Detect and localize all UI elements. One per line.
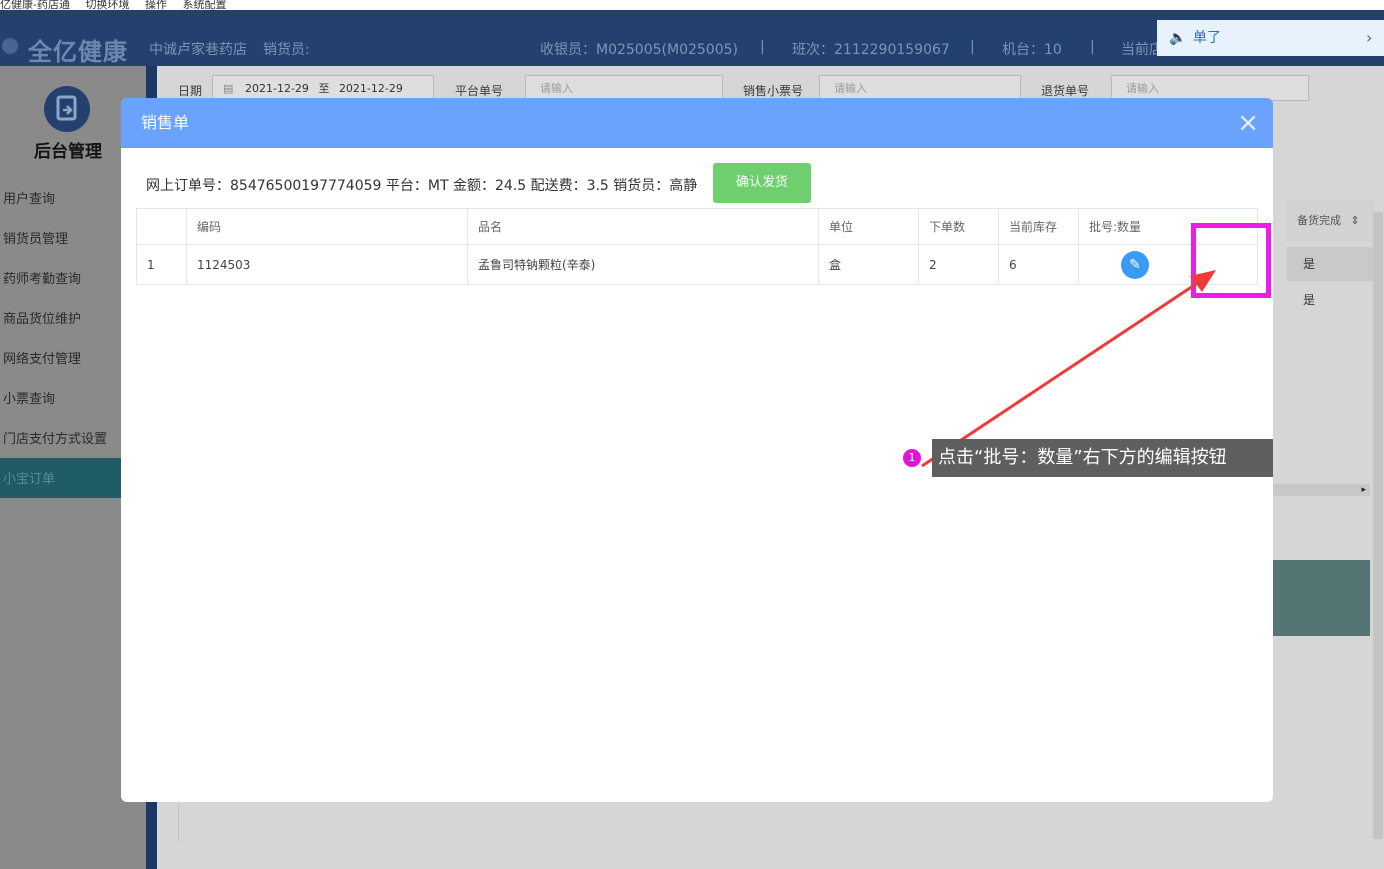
sidebar-item-seller-manage[interactable]: 销货员管理 xyxy=(3,228,68,247)
row-stock: 6 xyxy=(998,244,1079,285)
row-order-qty: 2 xyxy=(918,244,999,285)
divider: | xyxy=(970,39,975,55)
shift-info: 班次：2112290159067 xyxy=(792,42,950,58)
brand-logo: 全亿健康 xyxy=(28,38,128,66)
sidebar-item-label: 小宝订单 xyxy=(3,472,56,487)
col-name: 品名 xyxy=(467,208,819,245)
col-unit: 单位 xyxy=(818,208,919,245)
order-items-table: 编码 品名 单位 下单数 当前库存 批号:数量 1 1124503 孟鲁司特钠颗… xyxy=(136,208,1258,285)
date-sep: 至 xyxy=(318,82,330,95)
menu-item-operate[interactable]: 操作 xyxy=(145,0,167,10)
table-cell: 是 xyxy=(1303,293,1316,307)
platform-order-label: 平台单号 xyxy=(455,84,504,98)
seller-label: 销货员: xyxy=(263,42,310,58)
row-name: 孟鲁司特钠颗粒(辛泰) xyxy=(467,244,819,285)
menu-item-app[interactable]: 亿健康-药店通 xyxy=(0,0,70,10)
col-code: 编码 xyxy=(186,208,468,245)
brand-icon xyxy=(2,38,18,54)
sidebar-item-ticket-query[interactable]: 小票查询 xyxy=(3,388,55,407)
divider: | xyxy=(1090,39,1095,55)
speaker-icon: 🔈 xyxy=(1169,30,1187,46)
stock-complete-label: 备货完成 xyxy=(1297,214,1341,227)
register-info: 机台：10 xyxy=(1002,42,1062,58)
pencil-icon[interactable]: ✎ xyxy=(1121,250,1149,279)
close-icon[interactable]: × xyxy=(1237,98,1259,148)
order-info: 网上订单号：85476500197774059 平台：MT 金额：24.5 配送… xyxy=(146,178,698,194)
return-order-label: 退货单号 xyxy=(1041,84,1090,98)
col-order-qty: 下单数 xyxy=(918,208,999,245)
col-stock: 当前库存 xyxy=(998,208,1079,245)
store-name: 中诚卢家巷药店 xyxy=(149,42,247,58)
scrollbar[interactable]: ▸ xyxy=(1272,484,1370,496)
confirm-ship-button[interactable]: 确认发货 xyxy=(713,163,811,203)
date-from: 2021-12-29 xyxy=(245,82,309,95)
highlight-box xyxy=(1191,223,1271,298)
menu-item-system-config[interactable]: 系统配置 xyxy=(182,0,226,10)
row-code: 1124503 xyxy=(186,244,468,285)
divider: | xyxy=(760,39,765,55)
bg-divider xyxy=(178,802,1369,842)
sidebar-item-user-query[interactable]: 用户查询 xyxy=(3,188,55,207)
modal-title: 销售单 xyxy=(141,113,190,132)
sidebar-item-store-payment-settings[interactable]: 门店支付方式设置 xyxy=(3,428,107,447)
step-badge: 1 xyxy=(903,449,921,467)
menu-item-switch-env[interactable]: 切换环境 xyxy=(85,0,129,10)
sidebar-title: 后台管理 xyxy=(34,142,102,162)
admin-logo-icon xyxy=(44,86,90,132)
sales-ticket-label: 销售小票号 xyxy=(743,84,804,98)
date-to: 2021-12-29 xyxy=(338,82,403,95)
notice-bar[interactable]: 🔈 单了 › xyxy=(1157,20,1384,56)
cashier-info: 收银员：M025005(M025005) xyxy=(540,42,738,58)
modal-header: 销售单 × xyxy=(121,98,1273,148)
chevron-right-icon[interactable]: › xyxy=(1366,20,1372,56)
row-index: 1 xyxy=(136,244,187,285)
stock-complete-header[interactable]: 备货完成 ⇕ xyxy=(1287,200,1375,242)
date-label: 日期 xyxy=(178,84,203,98)
notice-text: 单了 xyxy=(1193,30,1221,46)
table-row: 1 1124503 孟鲁司特钠颗粒(辛泰) 盒 2 6 ✎ xyxy=(136,244,1258,285)
sort-icon[interactable]: ⇕ xyxy=(1351,214,1360,227)
instruction-tooltip: 点击“批号：数量”右下方的编辑按钮 xyxy=(932,439,1273,477)
sidebar-item-pharmacist-attendance[interactable]: 药师考勤查询 xyxy=(3,268,81,287)
menu-bar: 亿健康-药店通 切换环境 操作 系统配置 xyxy=(0,0,1384,10)
bg-panel xyxy=(1272,560,1370,636)
table-header-row: 编码 品名 单位 下单数 当前库存 批号:数量 xyxy=(136,208,1258,245)
vertical-scrollbar[interactable] xyxy=(1373,212,1383,839)
table-cell: 是 xyxy=(1287,247,1375,281)
col-index xyxy=(136,208,187,245)
sidebar-item-goods-location[interactable]: 商品货位维护 xyxy=(3,308,81,327)
sidebar-item-online-payment[interactable]: 网络支付管理 xyxy=(3,348,81,367)
row-unit: 盒 xyxy=(818,244,919,285)
